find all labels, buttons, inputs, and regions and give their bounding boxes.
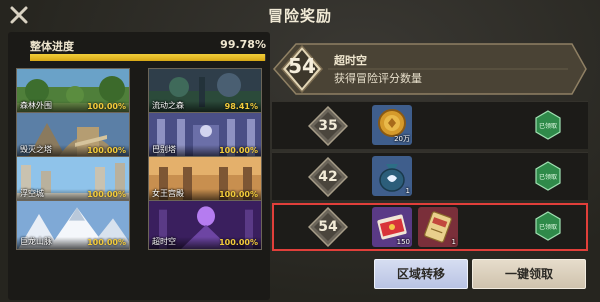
progress-bar-fill: [30, 54, 266, 61]
region-card-flowing-forest[interactable]: 流动之森 98.41%: [148, 68, 262, 114]
region-card-tower-of-ruin[interactable]: 毁灭之塔 100.00%: [16, 112, 130, 158]
region-card-floating-city[interactable]: 浮空城 100.00%: [16, 156, 130, 202]
header-frame: [273, 43, 587, 95]
claimed-stamp-icon: 已领取: [535, 110, 561, 140]
progress-percent: 99.78%: [220, 38, 266, 51]
item-quantity: 150: [396, 238, 410, 246]
region-name: 森林外围: [20, 101, 52, 110]
region-percent: 100.00%: [87, 146, 126, 155]
threshold-badge: 42: [308, 157, 348, 197]
region-name: 巴别塔: [152, 145, 176, 154]
reward-row-highlighted: 54 150 1 已领取: [272, 203, 588, 251]
region-name: 超时空: [152, 237, 176, 246]
region-name: 浮空城: [20, 189, 44, 198]
region-name: 女王宫殿: [152, 189, 184, 198]
region-percent: 100.00%: [219, 190, 258, 199]
progress-label: 整体进度: [30, 40, 74, 53]
claim-all-button[interactable]: 一键领取: [472, 259, 586, 289]
reward-item[interactable]: 150: [372, 207, 412, 247]
region-panel: 整体进度 99.78% 森林外围 100.00% 流动之森 98.41% 毁灭之…: [8, 32, 270, 300]
title-bar: 冒险奖励: [0, 0, 600, 30]
region-percent: 100.00%: [87, 238, 126, 247]
current-region-header: 54 超时空 获得冒险评分数量: [272, 40, 588, 98]
region-name: 巨龙山脉: [20, 237, 52, 246]
header-description: 获得冒险评分数量: [334, 72, 422, 85]
threshold-value: 42: [318, 169, 338, 185]
region-name: 毁灭之塔: [20, 145, 52, 154]
threshold-value: 35: [318, 118, 338, 134]
region-percent: 100.00%: [87, 190, 126, 199]
reward-item[interactable]: 1: [372, 156, 412, 196]
stamp-text: 已领取: [539, 122, 557, 130]
claimed-stamp-icon: 已领取: [535, 161, 561, 191]
reward-row: 35 20万 已领取: [272, 101, 588, 149]
region-card-dragon-mountains[interactable]: 巨龙山脉 100.00%: [16, 200, 130, 250]
item-quantity: 20万: [394, 135, 410, 143]
reward-row: 42 1 已领取: [272, 152, 588, 200]
claimed-stamp-icon: 已领取: [535, 211, 561, 241]
page-title: 冒险奖励: [267, 7, 332, 25]
overall-progress: 整体进度 99.78%: [30, 36, 266, 53]
region-card-tower-of-babel[interactable]: 巴别塔 100.00%: [148, 112, 262, 158]
region-card-hyperspace[interactable]: 超时空 100.00%: [148, 200, 262, 250]
threshold-badge: 54: [308, 207, 348, 247]
region-percent: 100.00%: [219, 146, 258, 155]
region-name: 流动之森: [152, 101, 184, 110]
region-card-forest-outskirts[interactable]: 森林外围 100.00%: [16, 68, 130, 114]
threshold-badge: 35: [308, 106, 348, 146]
switch-region-button[interactable]: 区域转移: [374, 259, 468, 289]
progress-bar: [30, 54, 266, 61]
region-percent: 100.00%: [87, 102, 126, 111]
item-quantity: 1: [405, 187, 410, 195]
reward-item[interactable]: 1: [418, 207, 458, 247]
region-percent: 100.00%: [219, 238, 258, 247]
header-score: 54: [288, 54, 316, 78]
stamp-text: 已领取: [539, 223, 557, 231]
stamp-text: 已领取: [539, 173, 557, 181]
item-quantity: 1: [451, 238, 456, 246]
region-card-queens-palace[interactable]: 女王宫殿 100.00%: [148, 156, 262, 202]
adventure-rewards-screen: 冒险奖励 整体进度 99.78% 森林外围 100.00% 流动之森 98.41…: [0, 0, 600, 302]
region-percent: 98.41%: [224, 102, 258, 111]
header-region-name: 超时空: [334, 54, 367, 67]
threshold-value: 54: [318, 219, 338, 235]
reward-item[interactable]: 20万: [372, 105, 412, 145]
